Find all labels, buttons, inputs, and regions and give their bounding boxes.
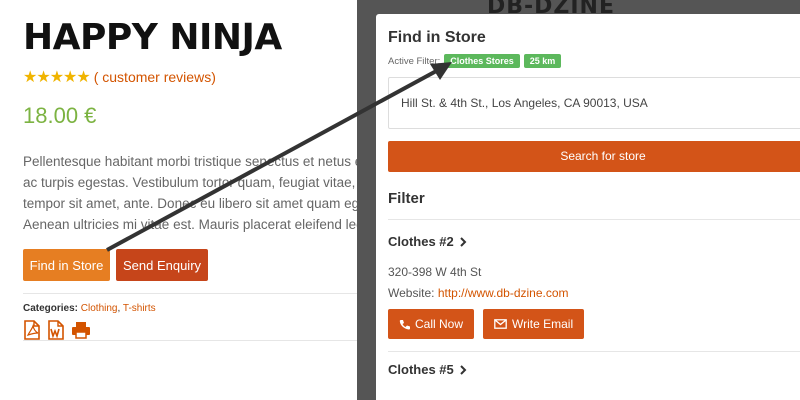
find-in-store-modal: Find in Store Active Filter: Clothes Sto… <box>376 14 800 400</box>
website-label: Website: <box>388 286 435 300</box>
site-logo: DB-DZINE <box>487 0 616 14</box>
divider <box>388 219 800 220</box>
categories-label: Categories: <box>23 303 79 314</box>
chevron-right-icon <box>460 236 467 247</box>
divider <box>388 351 800 352</box>
rating-row: ★★★★★ ( customer reviews) <box>23 67 383 87</box>
search-for-store-button[interactable]: Search for store <box>388 141 800 172</box>
call-now-label: Call Now <box>415 317 464 331</box>
phone-icon <box>399 319 410 329</box>
filter-heading: Filter <box>388 190 425 207</box>
description-line: ac turpis egestas. Vestibulum tortor qua… <box>23 175 367 190</box>
product-price: 18.00 € <box>23 103 97 128</box>
category-link-tshirts[interactable]: T-shirts <box>123 303 156 314</box>
store-name: Clothes #5 <box>388 362 454 377</box>
document-icons <box>23 320 383 340</box>
store-name: Clothes #2 <box>388 234 454 249</box>
product-title: HAPPY NINJA <box>23 17 282 58</box>
divider <box>23 293 363 294</box>
filter-tag-category[interactable]: Clothes Stores <box>444 54 520 68</box>
description-line: Pellentesque habitant morbi tristique se… <box>23 154 363 169</box>
modal-title: Find in Store <box>388 29 486 46</box>
description-line: Aenean ultricies mi vitae est. Mauris pl… <box>23 217 364 232</box>
active-filter-row: Active Filter: Clothes Stores 25 km <box>388 54 800 68</box>
product-panel: HAPPY NINJA ★★★★★ ( customer reviews) 18… <box>23 18 383 340</box>
chevron-right-icon <box>460 364 467 375</box>
product-actions: Find in Store Send Enquiry <box>23 249 383 281</box>
call-now-button[interactable]: Call Now <box>388 309 475 339</box>
pdf-icon[interactable] <box>23 320 41 340</box>
categories: Categories: Clothing, T-shirts <box>23 303 156 314</box>
write-email-button[interactable]: Write Email <box>483 309 585 339</box>
write-email-label: Write Email <box>512 317 574 331</box>
star-rating-icon: ★★★★★ <box>23 69 91 86</box>
store-actions: Call Now Write Email <box>388 309 800 339</box>
find-in-store-button[interactable]: Find in Store <box>23 249 110 281</box>
store-address: 320-398 W 4th St <box>388 265 482 279</box>
active-filter-label: Active Filter: <box>388 55 441 67</box>
send-enquiry-button[interactable]: Send Enquiry <box>116 249 208 281</box>
envelope-icon <box>494 319 507 329</box>
category-link-clothing[interactable]: Clothing <box>81 303 118 314</box>
address-input[interactable]: Hill St. & 4th St., Los Angeles, CA 9001… <box>388 77 800 129</box>
description-line: tempor sit amet, ante. Donec eu libero s… <box>23 196 367 211</box>
product-description: Pellentesque habitant morbi tristique se… <box>23 151 383 235</box>
store-website-link[interactable]: http://www.db-dzine.com <box>438 286 569 300</box>
store-name-link[interactable]: Clothes #2 <box>388 234 800 249</box>
store-name-link[interactable]: Clothes #5 <box>388 362 800 377</box>
customer-reviews-link[interactable]: ( customer reviews) <box>94 69 216 85</box>
divider <box>23 340 383 341</box>
filter-tag-radius[interactable]: 25 km <box>523 54 562 68</box>
print-icon[interactable] <box>71 320 90 340</box>
store-website-row: Website: http://www.db-dzine.com <box>388 286 800 300</box>
word-icon[interactable] <box>47 320 65 340</box>
